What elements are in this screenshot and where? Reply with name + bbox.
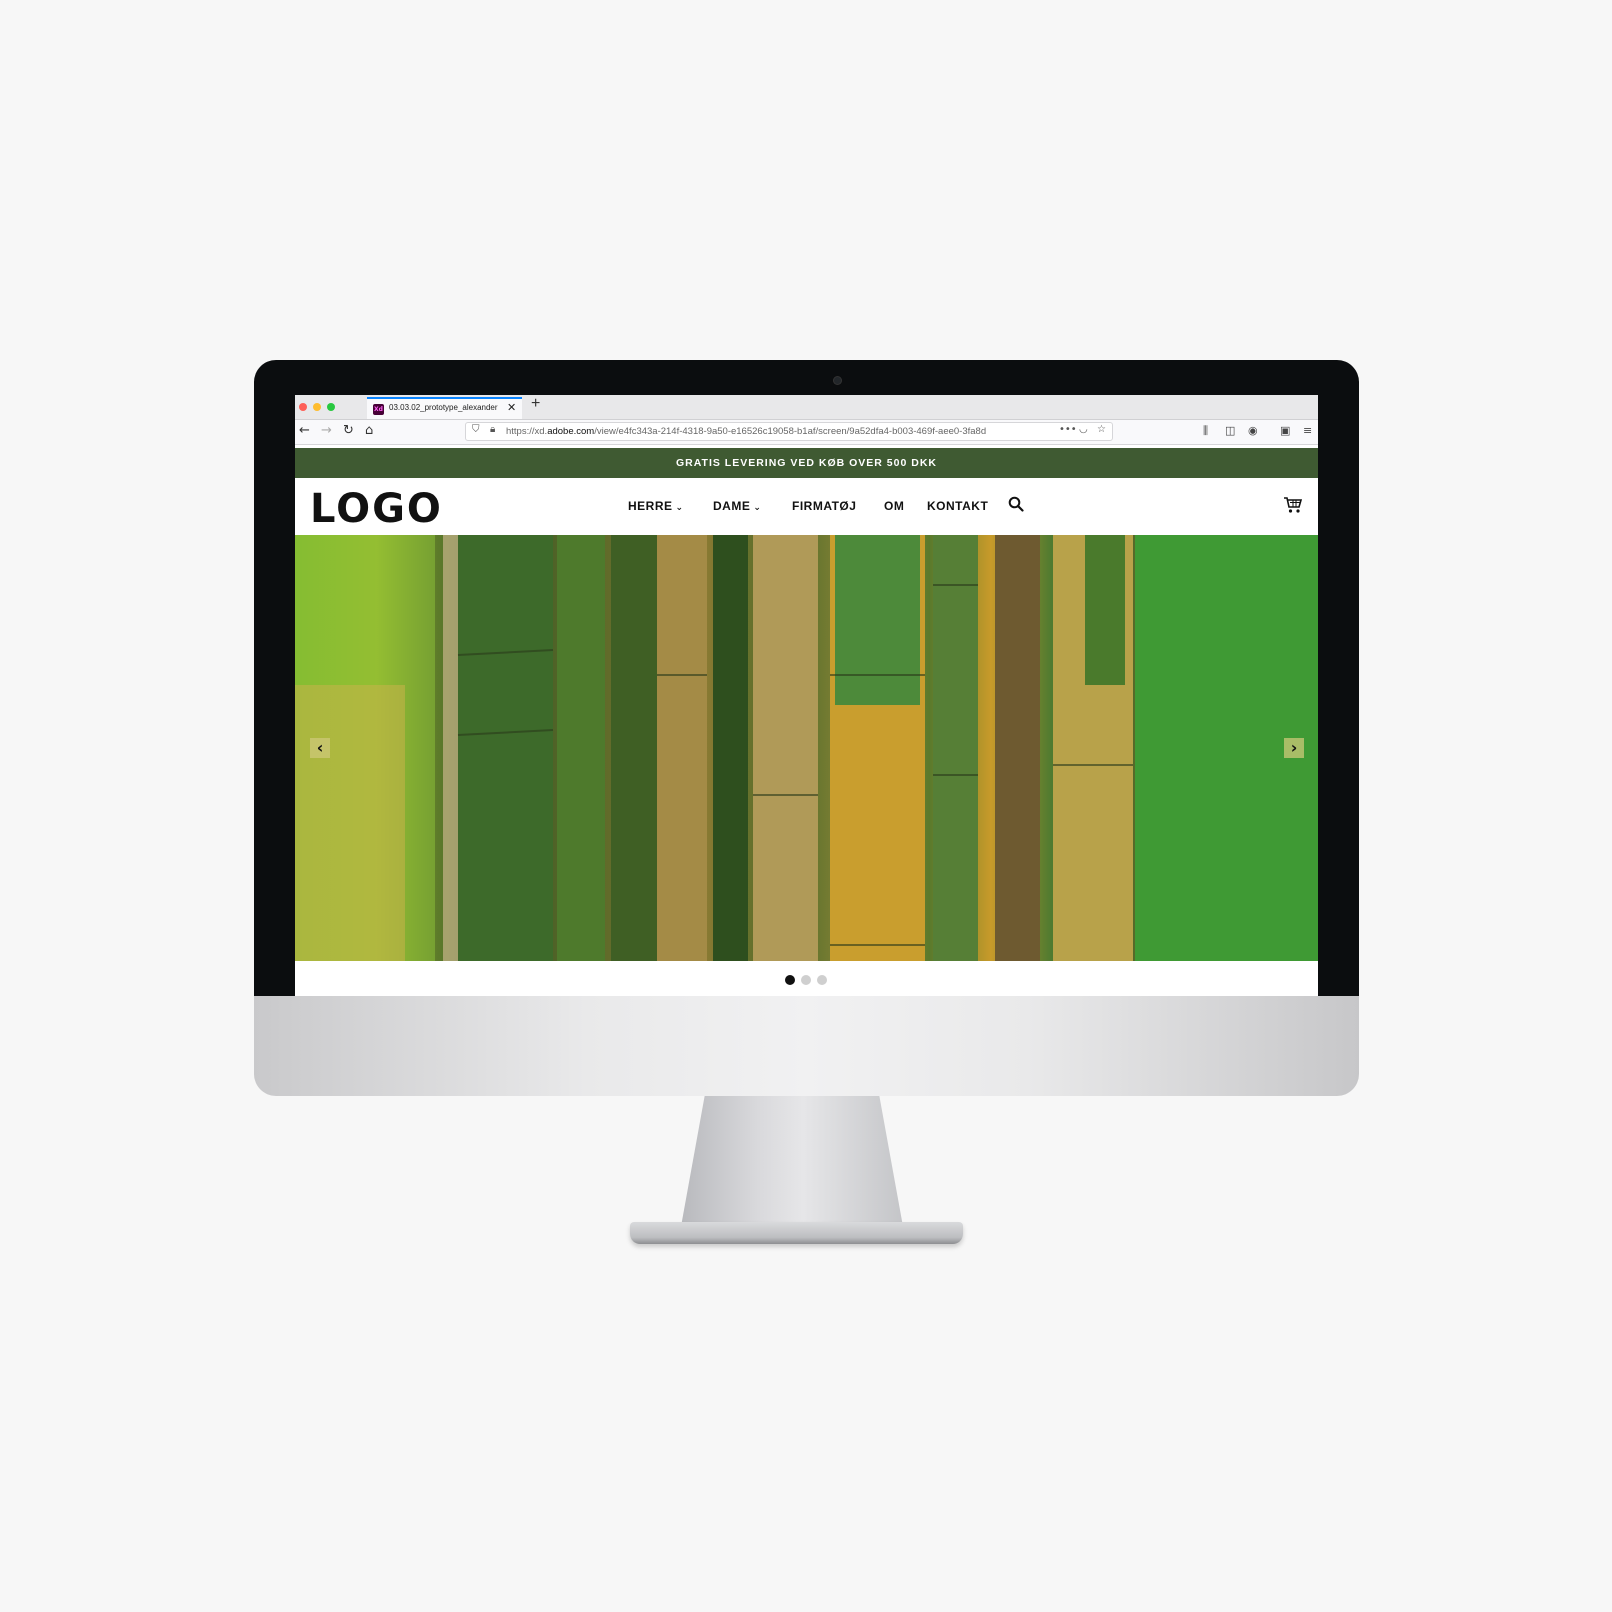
menu-item-label: HERRE <box>628 499 673 513</box>
menu-item-firmatoj[interactable]: FIRMATØJ <box>792 499 856 513</box>
shield-icon[interactable]: ⛉ <box>472 424 480 435</box>
library-icon[interactable]: ⫼ <box>1203 424 1208 438</box>
screen: Xd 03.03.02_prototype_alexander ✕ + ← → … <box>295 395 1318 996</box>
url-bar[interactable]: ⛉ 🔒︎ https://xd.adobe.com/view/e4fc343a-… <box>465 422 1113 441</box>
tab-title: 03.03.02_prototype_alexander <box>389 403 498 412</box>
tab-close-icon[interactable]: ✕ <box>507 401 516 414</box>
browser-tab[interactable]: Xd 03.03.02_prototype_alexander ✕ <box>367 397 522 419</box>
bookmark-star-icon[interactable]: ☆ <box>1097 424 1106 435</box>
chevron-down-icon: ⌄ <box>753 503 762 513</box>
monitor-chin <box>254 996 1359 1096</box>
window-minimize-icon[interactable] <box>313 403 321 411</box>
back-icon[interactable]: ← <box>299 423 310 439</box>
menu-item-label: DAME <box>713 499 751 513</box>
monitor-stand-neck <box>680 1096 904 1232</box>
menu-item-dame[interactable]: DAME ⌄ <box>713 499 761 513</box>
cart-icon[interactable] <box>1283 496 1303 514</box>
hero-slider: ‹ › <box>295 535 1318 961</box>
home-icon[interactable]: ⌂ <box>365 423 373 439</box>
slider-next-arrow[interactable]: › <box>1284 738 1304 758</box>
sidebar-icon[interactable]: ◫ <box>1225 424 1235 437</box>
promo-banner: GRATIS LEVERING VED KØB OVER 500 DKK <box>295 448 1318 478</box>
chevron-down-icon: ⌄ <box>675 503 684 513</box>
menu-item-label: KONTAKT <box>927 499 989 513</box>
window-maximize-icon[interactable] <box>327 403 335 411</box>
account-icon[interactable]: ◉ <box>1248 424 1258 437</box>
camera-icon <box>834 377 841 384</box>
xd-favicon-icon: Xd <box>373 404 384 415</box>
monitor-stand-foot <box>630 1222 963 1244</box>
browser-tab-bar: Xd 03.03.02_prototype_alexander ✕ + <box>295 395 1318 420</box>
new-tab-icon[interactable]: + <box>531 395 540 413</box>
menu-item-label: FIRMATØJ <box>792 499 857 513</box>
more-icon[interactable]: ••• <box>1059 424 1077 435</box>
reload-icon[interactable]: ↻ <box>343 423 354 439</box>
forward-icon[interactable]: → <box>321 423 332 439</box>
menu-item-kontakt[interactable]: KONTAKT <box>927 499 988 513</box>
browser-nav-bar: ← → ↻ ⌂ ⛉ 🔒︎ https://xd.adobe.com/view/e… <box>295 420 1318 445</box>
menu-item-label: OM <box>884 499 905 513</box>
slider-dot-3[interactable] <box>817 975 827 985</box>
slider-prev-arrow[interactable]: ‹ <box>310 738 330 758</box>
site-header: LOGO HERRE ⌄ DAME ⌄ FIRMATØJ OM KONTAKT <box>295 478 1318 535</box>
site-logo[interactable]: LOGO <box>310 486 443 532</box>
slider-pagination <box>785 975 835 987</box>
extension-icon[interactable]: ▣ <box>1280 424 1290 437</box>
slider-dot-1[interactable] <box>785 975 795 985</box>
hero-image <box>295 535 1318 961</box>
search-icon[interactable] <box>1008 496 1024 512</box>
menu-item-om[interactable]: OM <box>884 499 904 513</box>
url-text[interactable]: https://xd.adobe.com/view/e4fc343a-214f-… <box>506 426 1051 437</box>
pocket-icon[interactable]: ◡ <box>1079 424 1088 435</box>
lock-icon[interactable]: 🔒︎ <box>490 424 495 435</box>
window-close-icon[interactable] <box>299 403 307 411</box>
menu-icon[interactable]: ≡ <box>1303 424 1312 437</box>
menu-item-herre[interactable]: HERRE ⌄ <box>628 499 684 513</box>
slider-dot-2[interactable] <box>801 975 811 985</box>
